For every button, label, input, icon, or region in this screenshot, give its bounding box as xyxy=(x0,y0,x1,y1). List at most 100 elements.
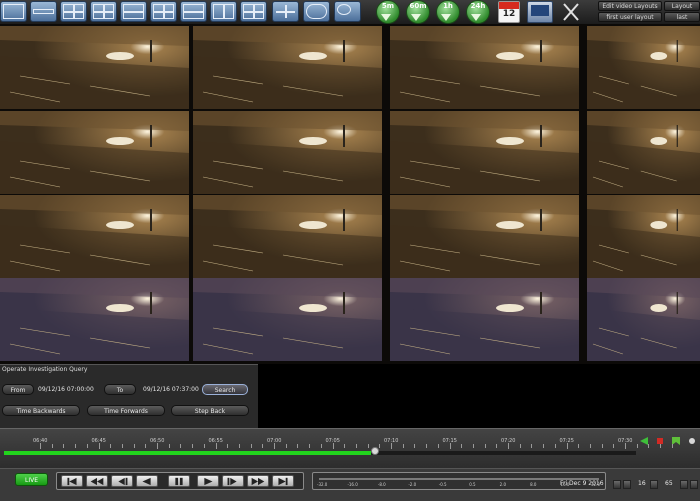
speed-tick-label: -2.0 xyxy=(408,482,417,487)
camera-feed-image xyxy=(0,26,189,109)
timeline-tick xyxy=(472,444,474,448)
timeline-progress xyxy=(4,451,371,455)
zoom-up-button[interactable] xyxy=(690,480,698,489)
timeline-tick xyxy=(320,444,322,448)
camera-tile[interactable] xyxy=(0,26,189,109)
layout-1plus12-button[interactable] xyxy=(210,1,237,22)
to-button[interactable]: To xyxy=(104,384,136,395)
timeline-tick xyxy=(51,444,53,448)
timeline-tick xyxy=(484,444,486,448)
timeline-tick xyxy=(215,443,217,449)
timeline[interactable]: 06:40 06:45 06:50 06:55 07:00 07:05 07:10 07:15… xyxy=(0,428,700,469)
last-layout-button[interactable]: last xyxy=(664,12,700,22)
pause-button[interactable] xyxy=(168,475,190,487)
go-start-button[interactable] xyxy=(61,475,83,487)
time-backwards-button[interactable]: Time Backwards xyxy=(2,405,80,416)
camera-tile[interactable] xyxy=(587,278,700,361)
edit-video-layouts-button[interactable]: Edit video Layouts xyxy=(598,1,662,11)
live-button[interactable]: LIVE xyxy=(15,473,48,486)
camera-tile[interactable] xyxy=(193,111,382,194)
camera-tile[interactable] xyxy=(0,195,189,278)
zoom-down-button[interactable] xyxy=(680,480,688,489)
speed-tick-label: 0.5 xyxy=(469,482,476,487)
search-button[interactable]: Search xyxy=(202,384,248,395)
to-time-field[interactable]: 09/12/16 07:37:00 xyxy=(143,384,199,395)
camera-tile[interactable] xyxy=(390,278,579,361)
camera-tile[interactable] xyxy=(587,195,700,278)
down-arrow-icon xyxy=(441,14,451,21)
rewind-icon[interactable] xyxy=(640,437,648,445)
camera-tile[interactable] xyxy=(587,111,700,194)
camera-tile[interactable] xyxy=(390,26,579,109)
export-button[interactable] xyxy=(527,1,553,23)
zoom-value: 65 xyxy=(665,480,673,487)
transport-bar xyxy=(56,472,304,490)
layout-4x4-button[interactable] xyxy=(150,1,177,22)
monitor-icon xyxy=(531,5,549,16)
step-back-frame-button[interactable] xyxy=(111,475,133,487)
camera-tile[interactable] xyxy=(390,111,579,194)
layout-1plus5-button[interactable] xyxy=(120,1,147,22)
camera-tile[interactable] xyxy=(193,195,382,278)
from-time-field[interactable]: 09/12/16 07:00:00 xyxy=(38,384,100,395)
date-down-button[interactable] xyxy=(613,480,621,489)
fast-forward-button[interactable] xyxy=(247,475,269,487)
layout-button[interactable]: Layout xyxy=(664,1,700,11)
step-back-button[interactable]: Step Back xyxy=(171,405,249,416)
clock-label: 1h xyxy=(443,2,453,10)
timeline-tick xyxy=(636,444,638,448)
date-up-button[interactable] xyxy=(623,480,631,489)
timeline-tick xyxy=(192,444,194,448)
camera-tile[interactable] xyxy=(193,26,382,109)
timeline-tick xyxy=(648,444,650,448)
timeline-tick xyxy=(554,444,556,448)
down-arrow-icon xyxy=(381,14,391,21)
rewind-5m-button[interactable]: 5m xyxy=(376,0,400,24)
layout-3x3-button[interactable] xyxy=(90,1,117,22)
speed-down-button[interactable] xyxy=(650,480,658,489)
layout-1plus7-button[interactable] xyxy=(180,1,207,22)
timeline-track[interactable] xyxy=(4,451,636,455)
layout-5x5-button[interactable] xyxy=(240,1,267,22)
sync-button[interactable] xyxy=(303,1,330,22)
rewind-60m-button[interactable]: 60m xyxy=(406,0,430,24)
camera-tile[interactable] xyxy=(587,26,700,109)
down-arrow-icon xyxy=(471,14,481,21)
timeline-tick xyxy=(297,444,299,448)
layout-2x2-button[interactable] xyxy=(60,1,87,22)
rewind-24h-button[interactable]: 24h xyxy=(466,0,490,24)
layout-1x1-button[interactable] xyxy=(0,1,27,22)
timeline-tick xyxy=(98,443,100,449)
camera-tile[interactable] xyxy=(0,111,189,194)
fast-rewind-button[interactable] xyxy=(86,475,108,487)
timeline-tick xyxy=(496,444,498,448)
tool-icon[interactable] xyxy=(688,437,696,445)
go-end-button[interactable] xyxy=(272,475,294,487)
speed-tick-label: -0.5 xyxy=(438,482,447,487)
speed-scale-line xyxy=(319,478,599,480)
first-user-layout-button[interactable]: first user layout xyxy=(598,12,662,22)
from-button[interactable]: From xyxy=(2,384,34,395)
camera-feed-image xyxy=(193,111,382,194)
rewind-1h-button[interactable]: 1h xyxy=(436,0,460,24)
reverse-play-button[interactable] xyxy=(136,475,158,487)
timeline-tick xyxy=(133,444,135,448)
pan-button[interactable] xyxy=(272,1,299,22)
scissors-icon xyxy=(563,3,579,21)
tools-button[interactable] xyxy=(560,1,582,23)
timeline-tick xyxy=(40,443,41,449)
layout-1x2-button[interactable] xyxy=(30,1,57,22)
timeline-handle[interactable] xyxy=(370,447,379,455)
camera-tile[interactable] xyxy=(0,278,189,361)
camera-tile[interactable] xyxy=(390,195,579,278)
play-button[interactable] xyxy=(197,475,219,487)
fast-forward-icon xyxy=(251,477,265,486)
time-forwards-button[interactable]: Time Forwards xyxy=(87,405,165,416)
bookmark-icon[interactable] xyxy=(672,437,680,445)
step-forward-button[interactable] xyxy=(222,475,244,487)
timeline-tick xyxy=(309,444,311,448)
camera-tile[interactable] xyxy=(193,278,382,361)
calendar-button[interactable]: 12 xyxy=(498,1,520,23)
clock-label: 60m xyxy=(409,2,427,10)
zoom-button[interactable] xyxy=(334,1,361,22)
